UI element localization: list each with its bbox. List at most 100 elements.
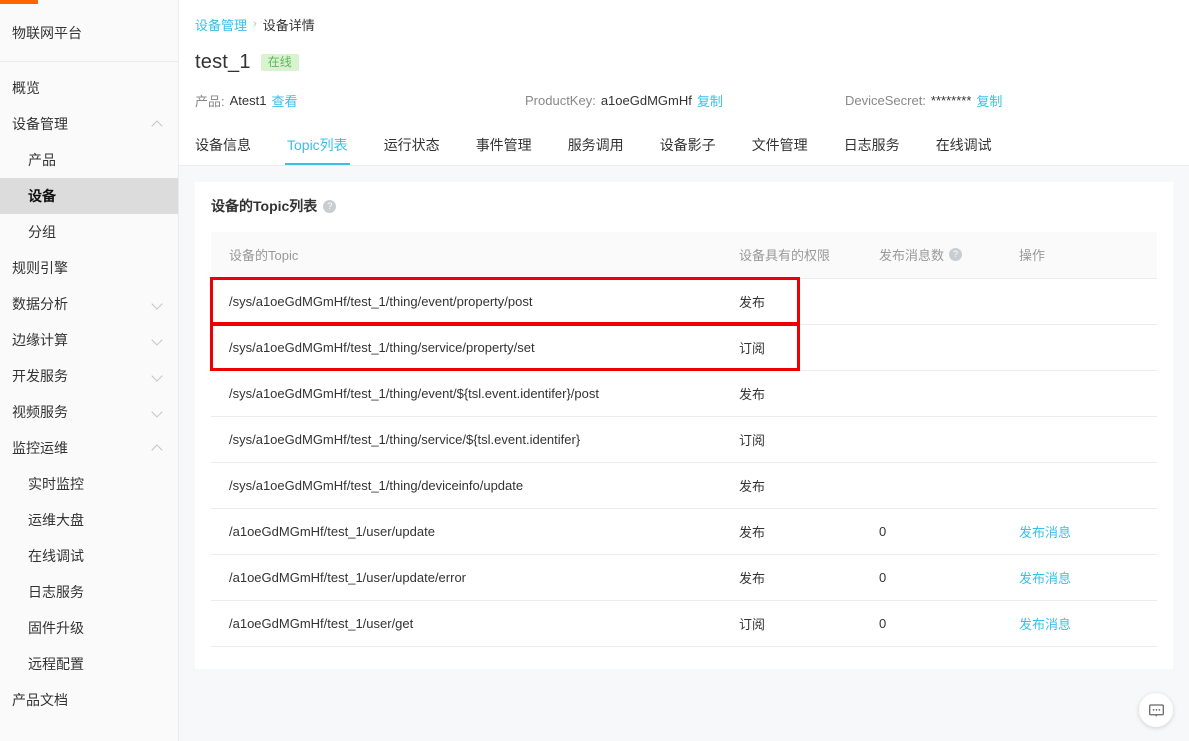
chevron-up-icon[interactable] — [152, 442, 164, 454]
app-root: 物联网平台 概览 设备管理 产品 设备 分组 规则引擎 数据分析 边缘计算 开发服务 视频服务 监控… — [0, 0, 1189, 741]
sidebar-item-14[interactable]: 日志服务 — [0, 574, 178, 610]
table-row: /a1oeGdMGmHf/test_1/user/update/error 发布 0… — [211, 554, 1157, 601]
chevron-up-icon[interactable] — [152, 118, 164, 130]
sidebar-item-11[interactable]: 实时监控 — [0, 466, 178, 502]
cell-permission: 订阅 — [721, 324, 861, 371]
topic-table-head: 设备的Topic 设备具有的权限 发布消息数 ? 操作 — [211, 232, 1157, 279]
message-count-help-icon[interactable]: ? — [949, 248, 963, 262]
productkey-copy-link[interactable]: 复制 — [697, 91, 723, 110]
sidebar-item-4[interactable]: 分组 — [0, 214, 178, 250]
col-header-message-count: 发布消息数 ? — [861, 232, 1001, 279]
sidebar-item-17[interactable]: 产品文档 — [0, 682, 178, 718]
breadcrumb-separator: › — [253, 18, 257, 30]
sidebar-item-label: 规则引擎 — [12, 260, 68, 276]
product-view-link[interactable]: 查看 — [271, 91, 297, 110]
cell-message-count — [861, 278, 1001, 325]
sidebar-item-15[interactable]: 固件升级 — [0, 610, 178, 646]
sidebar-item-9[interactable]: 视频服务 — [0, 394, 178, 430]
cell-permission: 订阅 — [721, 600, 861, 647]
table-row: /a1oeGdMGmHf/test_1/user/get 订阅 0 发布消息 — [211, 600, 1157, 647]
cell-action: 发布消息 — [1001, 554, 1157, 601]
chevron-down-icon[interactable] — [152, 298, 164, 310]
topic-path-text: /sys/a1oeGdMGmHf/test_1/thing/event/${ts… — [229, 385, 599, 401]
cell-topic: /a1oeGdMGmHf/test_1/user/update/error — [211, 554, 721, 601]
cell-action — [1001, 278, 1157, 325]
sidebar-nav: 概览设备管理产品设备分组规则引擎数据分析边缘计算 开发服务 视频服务 监控运维实时监控… — [0, 62, 178, 718]
cell-message-count: 0 — [861, 600, 1001, 647]
sidebar-item-label: 设备管理 — [12, 116, 68, 132]
sidebar-item-label: 固件升级 — [28, 620, 84, 636]
topic-table-body: /sys/a1oeGdMGmHf/test_1/thing/event/prop… — [211, 278, 1157, 647]
cell-topic: /sys/a1oeGdMGmHf/test_1/thing/service/pr… — [211, 324, 721, 371]
sidebar-item-13[interactable]: 在线调试 — [0, 538, 178, 574]
cell-topic: /sys/a1oeGdMGmHf/test_1/thing/event/${ts… — [211, 370, 721, 417]
cell-topic: /sys/a1oeGdMGmHf/test_1/thing/service/${… — [211, 416, 721, 463]
table-row: /sys/a1oeGdMGmHf/test_1/thing/service/pr… — [211, 324, 1157, 371]
tab-1[interactable]: Topic列表 — [269, 135, 366, 165]
cell-message-count: 0 — [861, 508, 1001, 555]
sidebar-item-label: 日志服务 — [28, 584, 84, 600]
cell-message-count — [861, 462, 1001, 509]
card-title: 设备的Topic列表 ? — [211, 196, 1157, 216]
sidebar-item-label: 产品文档 — [12, 692, 68, 708]
sidebar-item-label: 实时监控 — [28, 476, 84, 492]
sidebar-item-1[interactable]: 设备管理 — [0, 106, 178, 142]
sidebar-item-7[interactable]: 边缘计算 — [0, 322, 178, 358]
brand-title: 物联网平台 — [0, 4, 178, 62]
tab-7[interactable]: 日志服务 — [826, 135, 918, 165]
tab-2[interactable]: 运行状态 — [366, 135, 458, 165]
cell-action — [1001, 324, 1157, 371]
topic-path-text: /sys/a1oeGdMGmHf/test_1/thing/service/${… — [229, 431, 581, 447]
sidebar-item-2[interactable]: 产品 — [0, 142, 178, 178]
tab-3[interactable]: 事件管理 — [458, 135, 550, 165]
product-value: Atest1 — [229, 92, 267, 108]
sidebar-item-label: 在线调试 — [28, 548, 84, 564]
tab-4[interactable]: 服务调用 — [550, 135, 642, 165]
tab-8[interactable]: 在线调试 — [918, 135, 1010, 165]
cell-topic: /a1oeGdMGmHf/test_1/user/update — [211, 508, 721, 555]
chevron-down-icon[interactable] — [152, 406, 164, 418]
sidebar-item-label: 概览 — [12, 80, 40, 96]
sidebar-item-5[interactable]: 规则引擎 — [0, 250, 178, 286]
sidebar-item-0[interactable]: 概览 — [0, 70, 178, 106]
device-tabs: 设备信息 Topic列表 运行状态 事件管理 服务调用 设备影子 文件管理 日志服务 在线调试 — [179, 125, 1189, 165]
cell-action — [1001, 416, 1157, 463]
chevron-down-icon[interactable] — [152, 334, 164, 346]
sidebar-item-label: 产品 — [28, 152, 56, 168]
sidebar-item-12[interactable]: 运维大盘 — [0, 502, 178, 538]
chat-bubble-icon[interactable] — [1139, 693, 1173, 727]
devicesecret-value: ******** — [930, 92, 972, 108]
cell-message-count: 0 — [861, 554, 1001, 601]
devicesecret-meta: DeviceSecret: ******** 复制 — [845, 91, 1002, 110]
help-icon[interactable]: ? — [323, 199, 337, 213]
publish-message-link[interactable]: 发布消息 — [1019, 617, 1071, 632]
sidebar-item-label: 数据分析 — [12, 296, 68, 312]
cell-action: 发布消息 — [1001, 508, 1157, 555]
sidebar-item-16[interactable]: 远程配置 — [0, 646, 178, 682]
topic-list-card: 设备的Topic列表 ? 设备的Topic 设备具有的权限 发布消息数 ? 操作… — [195, 182, 1173, 669]
table-row: /sys/a1oeGdMGmHf/test_1/thing/event/${ts… — [211, 370, 1157, 417]
publish-message-link[interactable]: 发布消息 — [1019, 571, 1071, 586]
sidebar-item-3[interactable]: 设备 — [0, 178, 178, 214]
tab-5[interactable]: 设备影子 — [642, 135, 734, 165]
table-row: /a1oeGdMGmHf/test_1/user/update 发布 0 发布消息 — [211, 508, 1157, 555]
cell-action — [1001, 370, 1157, 417]
cell-permission: 发布 — [721, 508, 861, 555]
tab-6[interactable]: 文件管理 — [734, 135, 826, 165]
device-title-row: test_1 在线 — [179, 48, 1189, 76]
content-area: 设备的Topic列表 ? 设备的Topic 设备具有的权限 发布消息数 ? 操作… — [179, 166, 1189, 685]
sidebar-item-8[interactable]: 开发服务 — [0, 358, 178, 394]
cell-action — [1001, 462, 1157, 509]
productkey-meta: ProductKey: a1oeGdMGmHf 复制 — [525, 91, 845, 110]
tab-0[interactable]: 设备信息 — [195, 135, 269, 165]
devicesecret-copy-link[interactable]: 复制 — [976, 91, 1002, 110]
cell-message-count — [861, 416, 1001, 463]
sidebar-item-label: 分组 — [28, 224, 56, 240]
chevron-down-icon[interactable] — [152, 370, 164, 382]
publish-message-link[interactable]: 发布消息 — [1019, 525, 1071, 540]
sidebar-item-10[interactable]: 监控运维 — [0, 430, 178, 466]
sidebar-item-6[interactable]: 数据分析 — [0, 286, 178, 322]
cell-permission: 发布 — [721, 462, 861, 509]
topic-path-text: /a1oeGdMGmHf/test_1/user/update/error — [229, 569, 467, 585]
breadcrumb-parent-link[interactable]: 设备管理 — [195, 15, 247, 34]
